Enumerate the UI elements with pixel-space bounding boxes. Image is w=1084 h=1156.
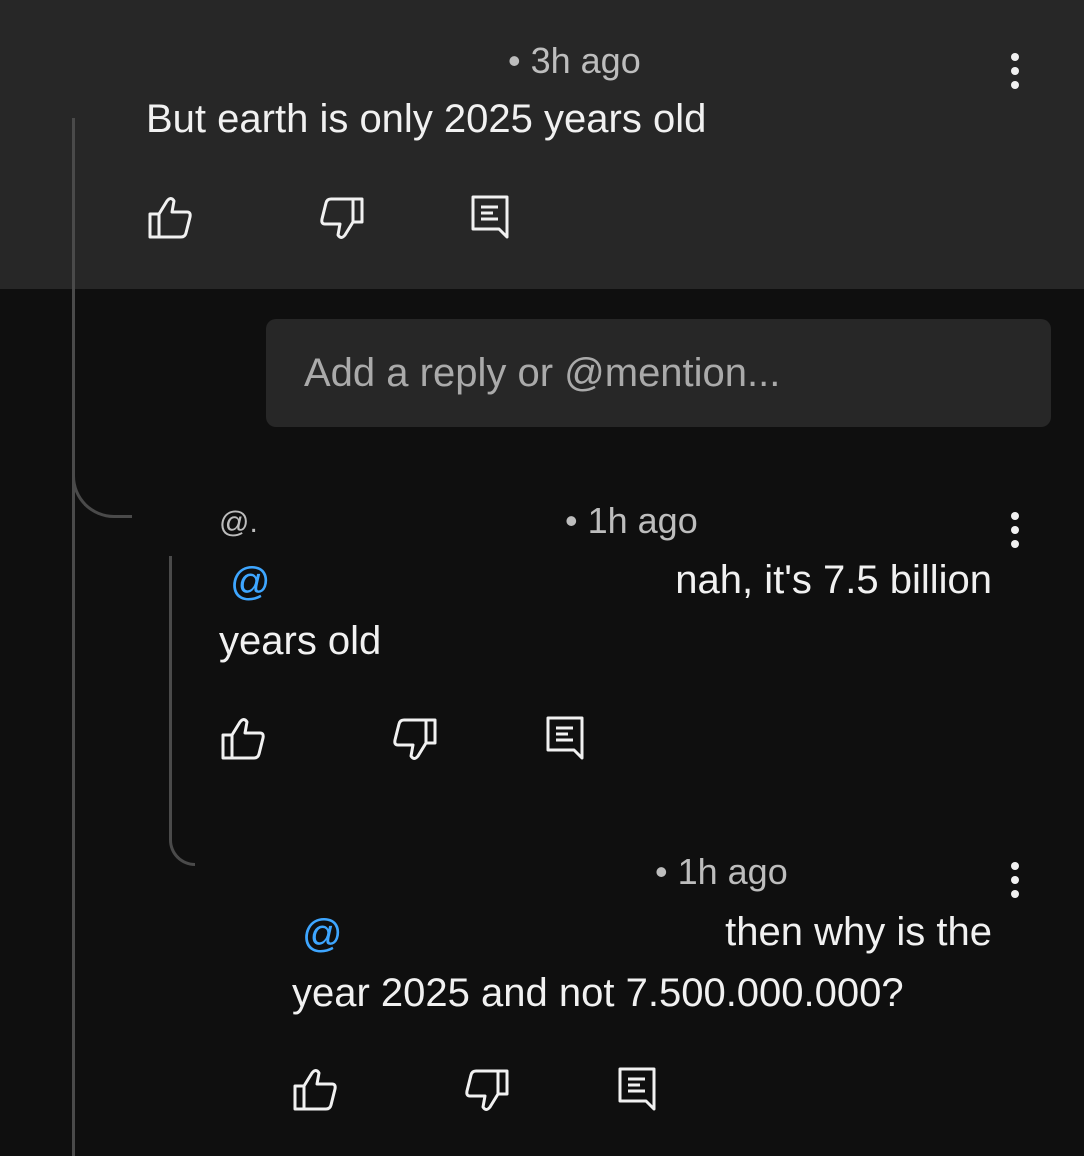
reply-text-line1: then why is the <box>725 910 992 954</box>
reply-input-placeholder: Add a reply or @mention... <box>304 351 781 395</box>
reply-thread-line <box>169 556 172 806</box>
reply-button[interactable] <box>465 192 517 244</box>
like-button[interactable] <box>290 1064 342 1116</box>
thumbs-up-icon <box>148 197 192 239</box>
dislike-button[interactable] <box>460 1064 512 1116</box>
reply-timestamp: • 1h ago <box>565 500 698 541</box>
mention-link[interactable]: @ <box>302 912 343 957</box>
like-button[interactable] <box>145 192 197 244</box>
thumbs-down-icon <box>393 718 437 760</box>
reply-icon <box>471 195 509 239</box>
dislike-button[interactable] <box>388 713 440 765</box>
reply-text-line2: year 2025 and not 7.500.000.000? <box>292 971 904 1015</box>
thumbs-up-icon <box>293 1069 337 1111</box>
thumbs-down-icon <box>320 197 364 239</box>
dislike-button[interactable] <box>315 192 367 244</box>
reply-icon <box>546 716 584 760</box>
mention-link[interactable]: @ <box>230 560 271 605</box>
more-vert-icon[interactable] <box>1008 512 1022 556</box>
like-button[interactable] <box>218 713 270 765</box>
reply-timestamp: • 1h ago <box>655 851 788 892</box>
more-vert-icon[interactable] <box>1008 53 1022 97</box>
thread-line <box>72 118 75 1156</box>
thumbs-up-icon <box>221 718 265 760</box>
thread-connector <box>72 462 132 518</box>
reply-thread-connector <box>169 800 195 866</box>
more-vert-icon[interactable] <box>1008 862 1022 906</box>
reply-text-line2: years old <box>219 619 382 663</box>
comment-text: But earth is only 2025 years old <box>146 97 707 141</box>
reply-text-line1: nah, it's 7.5 billion <box>675 558 992 602</box>
reply-button[interactable] <box>612 1064 664 1116</box>
thumbs-down-icon <box>465 1069 509 1111</box>
reply-icon <box>618 1067 656 1111</box>
reply-button[interactable] <box>540 713 592 765</box>
reply-author-handle[interactable]: @. <box>219 506 258 540</box>
reply-input[interactable]: Add a reply or @mention... <box>266 319 1051 427</box>
comment-timestamp: • 3h ago <box>508 40 641 81</box>
